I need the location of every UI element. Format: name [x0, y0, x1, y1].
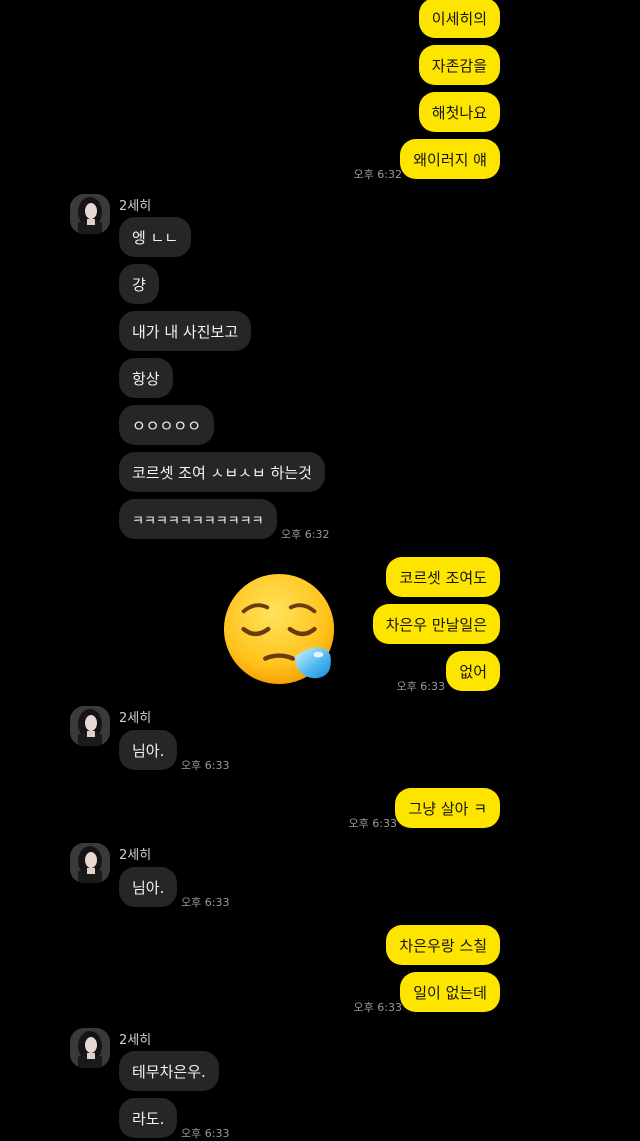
- incoming-message[interactable]: ㅋㅋㅋㅋㅋㅋㅋㅋㅋㅋㅋ: [119, 499, 277, 539]
- incoming-message[interactable]: 테무차은우.: [119, 1051, 219, 1091]
- incoming-message[interactable]: 항상: [119, 358, 173, 398]
- outgoing-message[interactable]: 해첫나요: [418, 92, 500, 132]
- incoming-message[interactable]: 님아.: [119, 867, 178, 907]
- outgoing-message[interactable]: 차은우랑 스칠: [386, 925, 500, 965]
- incoming-message[interactable]: 님아.: [119, 730, 178, 770]
- outgoing-message[interactable]: 왜이러지 얘: [400, 139, 500, 179]
- sleepy-face-emoji[interactable]: [222, 572, 340, 690]
- avatar[interactable]: [70, 843, 110, 883]
- message-timestamp: 오후 6:32: [353, 168, 402, 181]
- sender-name: 2세히: [119, 199, 152, 214]
- outgoing-message[interactable]: 그냥 살아 ㅋ: [395, 788, 500, 828]
- outgoing-message[interactable]: 코르셋 조여도: [386, 557, 500, 597]
- incoming-message[interactable]: 엥 ㄴㄴ: [119, 217, 192, 257]
- sender-name: 2세히: [119, 848, 152, 863]
- message-timestamp: 오후 6:32: [281, 528, 330, 541]
- outgoing-message[interactable]: 자존감을: [418, 45, 500, 85]
- incoming-message[interactable]: 내가 내 사진보고: [119, 311, 252, 351]
- outgoing-message[interactable]: 없어: [446, 651, 500, 691]
- message-timestamp: 오후 6:33: [353, 1001, 402, 1014]
- sender-name: 2세히: [119, 711, 152, 726]
- message-timestamp: 오후 6:33: [348, 817, 397, 830]
- outgoing-message[interactable]: 이세히의: [418, 0, 500, 38]
- outgoing-message[interactable]: 차은우 만날일은: [372, 604, 500, 644]
- avatar[interactable]: [70, 1028, 110, 1068]
- message-timestamp: 오후 6:33: [181, 759, 230, 772]
- sender-name: 2세히: [119, 1033, 152, 1048]
- incoming-message[interactable]: 코르셋 조여 ㅅㅂㅅㅂ 하는것: [119, 452, 325, 492]
- avatar[interactable]: [70, 194, 110, 234]
- message-timestamp: 오후 6:33: [181, 896, 230, 909]
- message-timestamp: 오후 6:33: [181, 1127, 230, 1140]
- incoming-message[interactable]: ㅇㅇㅇㅇㅇ: [119, 405, 215, 445]
- outgoing-message[interactable]: 일이 없는데: [400, 972, 500, 1012]
- incoming-message[interactable]: 라도.: [119, 1098, 178, 1138]
- avatar[interactable]: [70, 706, 110, 746]
- message-timestamp: 오후 6:33: [396, 680, 445, 693]
- incoming-message[interactable]: 걍: [119, 264, 159, 304]
